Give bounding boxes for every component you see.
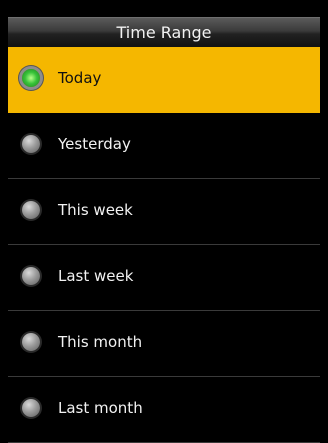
radio-unselected-icon[interactable] bbox=[22, 267, 40, 285]
radio-unselected-icon[interactable] bbox=[22, 135, 40, 153]
option-label: This month bbox=[58, 333, 143, 351]
option-label: This week bbox=[58, 201, 133, 219]
radio-unselected-icon[interactable] bbox=[22, 201, 40, 219]
time-range-screen: Time Range Today Yesterday This week Las… bbox=[0, 0, 328, 443]
option-label: Last month bbox=[58, 399, 143, 417]
option-last-week[interactable]: Last week bbox=[8, 245, 320, 311]
title-bar: Time Range bbox=[8, 17, 320, 47]
option-label: Last week bbox=[58, 267, 134, 285]
option-last-month[interactable]: Last month bbox=[8, 377, 320, 443]
option-today[interactable]: Today bbox=[8, 47, 320, 113]
radio-unselected-icon[interactable] bbox=[22, 399, 40, 417]
option-label: Today bbox=[58, 69, 102, 87]
time-range-list: Today Yesterday This week Last week This… bbox=[8, 47, 320, 443]
page-title: Time Range bbox=[116, 23, 212, 42]
radio-selected-icon[interactable] bbox=[22, 69, 40, 87]
option-label: Yesterday bbox=[58, 135, 131, 153]
radio-unselected-icon[interactable] bbox=[22, 333, 40, 351]
option-this-month[interactable]: This month bbox=[8, 311, 320, 377]
option-yesterday[interactable]: Yesterday bbox=[8, 113, 320, 179]
option-this-week[interactable]: This week bbox=[8, 179, 320, 245]
